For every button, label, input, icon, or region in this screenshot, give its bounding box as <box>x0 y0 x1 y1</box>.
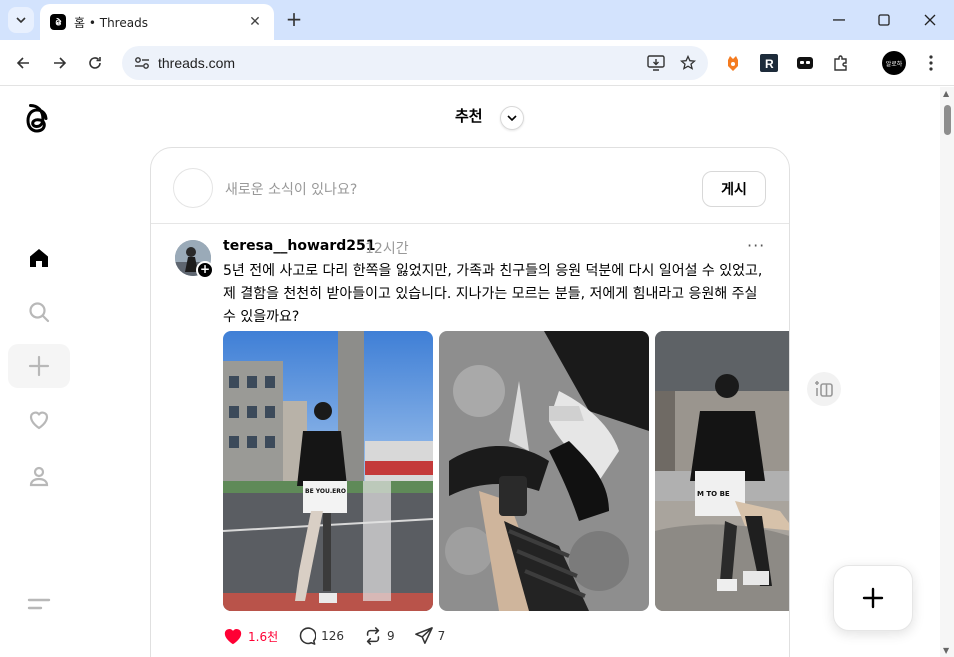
install-app-icon[interactable] <box>644 51 668 75</box>
composer: 새로운 소식이 있나요? 게시 <box>151 148 789 224</box>
feed-switch-button[interactable] <box>500 106 524 130</box>
page-scrollbar[interactable]: ▲ ▼ <box>940 87 954 657</box>
chevron-down-icon <box>507 115 517 121</box>
threads-page: 추천 새로운 소식이 있나요? 게시 + teresa__howard251 1… <box>0 87 940 657</box>
reload-icon <box>89 57 101 69</box>
reload-button[interactable] <box>83 51 107 75</box>
extensions-puzzle-icon[interactable] <box>830 52 852 74</box>
site-info-icon[interactable] <box>132 56 152 70</box>
profile-label: 알로하 <box>885 60 903 68</box>
plus-icon <box>862 587 884 609</box>
arrow-left-icon <box>16 57 29 69</box>
forward-button[interactable] <box>48 51 72 75</box>
post-photo[interactable] <box>439 331 649 611</box>
nav-home[interactable] <box>8 236 70 280</box>
profile-avatar[interactable]: 알로하 <box>882 51 906 75</box>
tab-close-icon[interactable]: ✕ <box>246 14 264 30</box>
heart-filled-icon <box>224 629 242 645</box>
svg-text:R: R <box>765 57 774 71</box>
post-button[interactable]: 게시 <box>702 171 766 207</box>
maximize-icon <box>878 14 890 26</box>
post-photo[interactable]: M TO BE <box>655 331 789 611</box>
home-icon <box>30 249 48 267</box>
shirt-print-2: M TO BE <box>697 490 730 498</box>
browser-titlebar: 홈 • Threads ✕ + <box>0 0 954 40</box>
post-text: 5년 전에 사고로 다리 한쪽을 잃었지만, 가족과 친구들의 응원 덕분에 다… <box>223 263 763 325</box>
post-gallery: BE YOU.ERO M TO BE <box>223 331 789 611</box>
nav-profile[interactable] <box>8 454 70 498</box>
send-icon <box>414 627 433 644</box>
post-username[interactable]: teresa__howard251 <box>223 238 375 254</box>
add-column-button[interactable] <box>807 372 841 406</box>
repost-button[interactable]: 9 <box>364 627 395 645</box>
back-button[interactable] <box>11 51 35 75</box>
post-photo[interactable]: BE YOU.ERO <box>223 331 433 611</box>
browser-toolbar: threads.com R 알로하 <box>0 40 954 86</box>
threads-logo-icon[interactable] <box>22 102 56 140</box>
comment-count: 126 <box>321 629 345 643</box>
share-button[interactable]: 7 <box>414 627 446 645</box>
nav-activity[interactable] <box>8 398 70 442</box>
nav-create[interactable] <box>8 344 70 388</box>
nav-search[interactable] <box>8 290 70 334</box>
close-icon <box>924 14 936 26</box>
extension-r-icon[interactable]: R <box>758 52 780 74</box>
arrow-right-icon <box>54 57 67 69</box>
shirt-print-1: BE YOU.ERO <box>305 488 346 495</box>
add-column-icon <box>815 381 833 397</box>
post-timestamp[interactable]: 12시간 <box>365 238 409 258</box>
follow-plus-icon[interactable]: + <box>196 261 214 279</box>
comment-button[interactable]: 126 <box>298 627 344 645</box>
close-window-button[interactable] <box>917 8 943 32</box>
address-bar[interactable]: threads.com <box>122 46 708 80</box>
browser-tab-active[interactable]: 홈 • Threads ✕ <box>40 4 274 40</box>
bookmark-star-icon[interactable] <box>676 51 700 75</box>
threads-favicon-icon <box>50 14 66 30</box>
composer-input[interactable]: 새로운 소식이 있나요? <box>225 179 357 199</box>
like-button[interactable]: 1.6천 <box>223 627 278 645</box>
feed-title: 추천 <box>455 107 483 125</box>
repost-icon <box>366 627 380 645</box>
tab-title: 홈 • Threads <box>74 15 148 30</box>
extension-mask-icon[interactable] <box>794 52 816 74</box>
browser-menu-icon[interactable] <box>920 52 942 74</box>
tab-search-button[interactable] <box>8 7 34 33</box>
profile-icon <box>29 466 49 487</box>
like-count: 1.6천 <box>248 629 279 644</box>
nav-menu[interactable] <box>8 582 70 626</box>
create-plus-icon <box>28 355 50 377</box>
create-post-fab[interactable] <box>833 565 913 631</box>
extension-fox-icon[interactable] <box>722 52 744 74</box>
url-text: threads.com <box>158 55 236 71</box>
heart-icon <box>29 411 49 430</box>
post-actions: 1.6천 126 9 7 <box>223 624 465 648</box>
more-options-icon[interactable]: ··· <box>747 236 765 255</box>
scroll-thumb[interactable] <box>944 105 951 135</box>
minimize-icon <box>833 19 845 21</box>
scroll-up-icon[interactable]: ▲ <box>943 89 949 98</box>
repost-count: 9 <box>387 629 395 643</box>
composer-avatar <box>173 168 213 208</box>
menu-icon <box>27 598 51 610</box>
comment-icon <box>299 627 317 645</box>
feed-card: 새로운 소식이 있나요? 게시 + teresa__howard251 12시간… <box>150 147 790 657</box>
share-count: 7 <box>437 629 446 643</box>
chevron-down-icon <box>16 17 26 23</box>
scroll-down-icon[interactable]: ▼ <box>943 646 949 655</box>
new-tab-button[interactable]: + <box>282 8 306 32</box>
search-icon <box>29 302 50 323</box>
maximize-button[interactable] <box>871 8 897 32</box>
minimize-button[interactable] <box>826 8 852 32</box>
